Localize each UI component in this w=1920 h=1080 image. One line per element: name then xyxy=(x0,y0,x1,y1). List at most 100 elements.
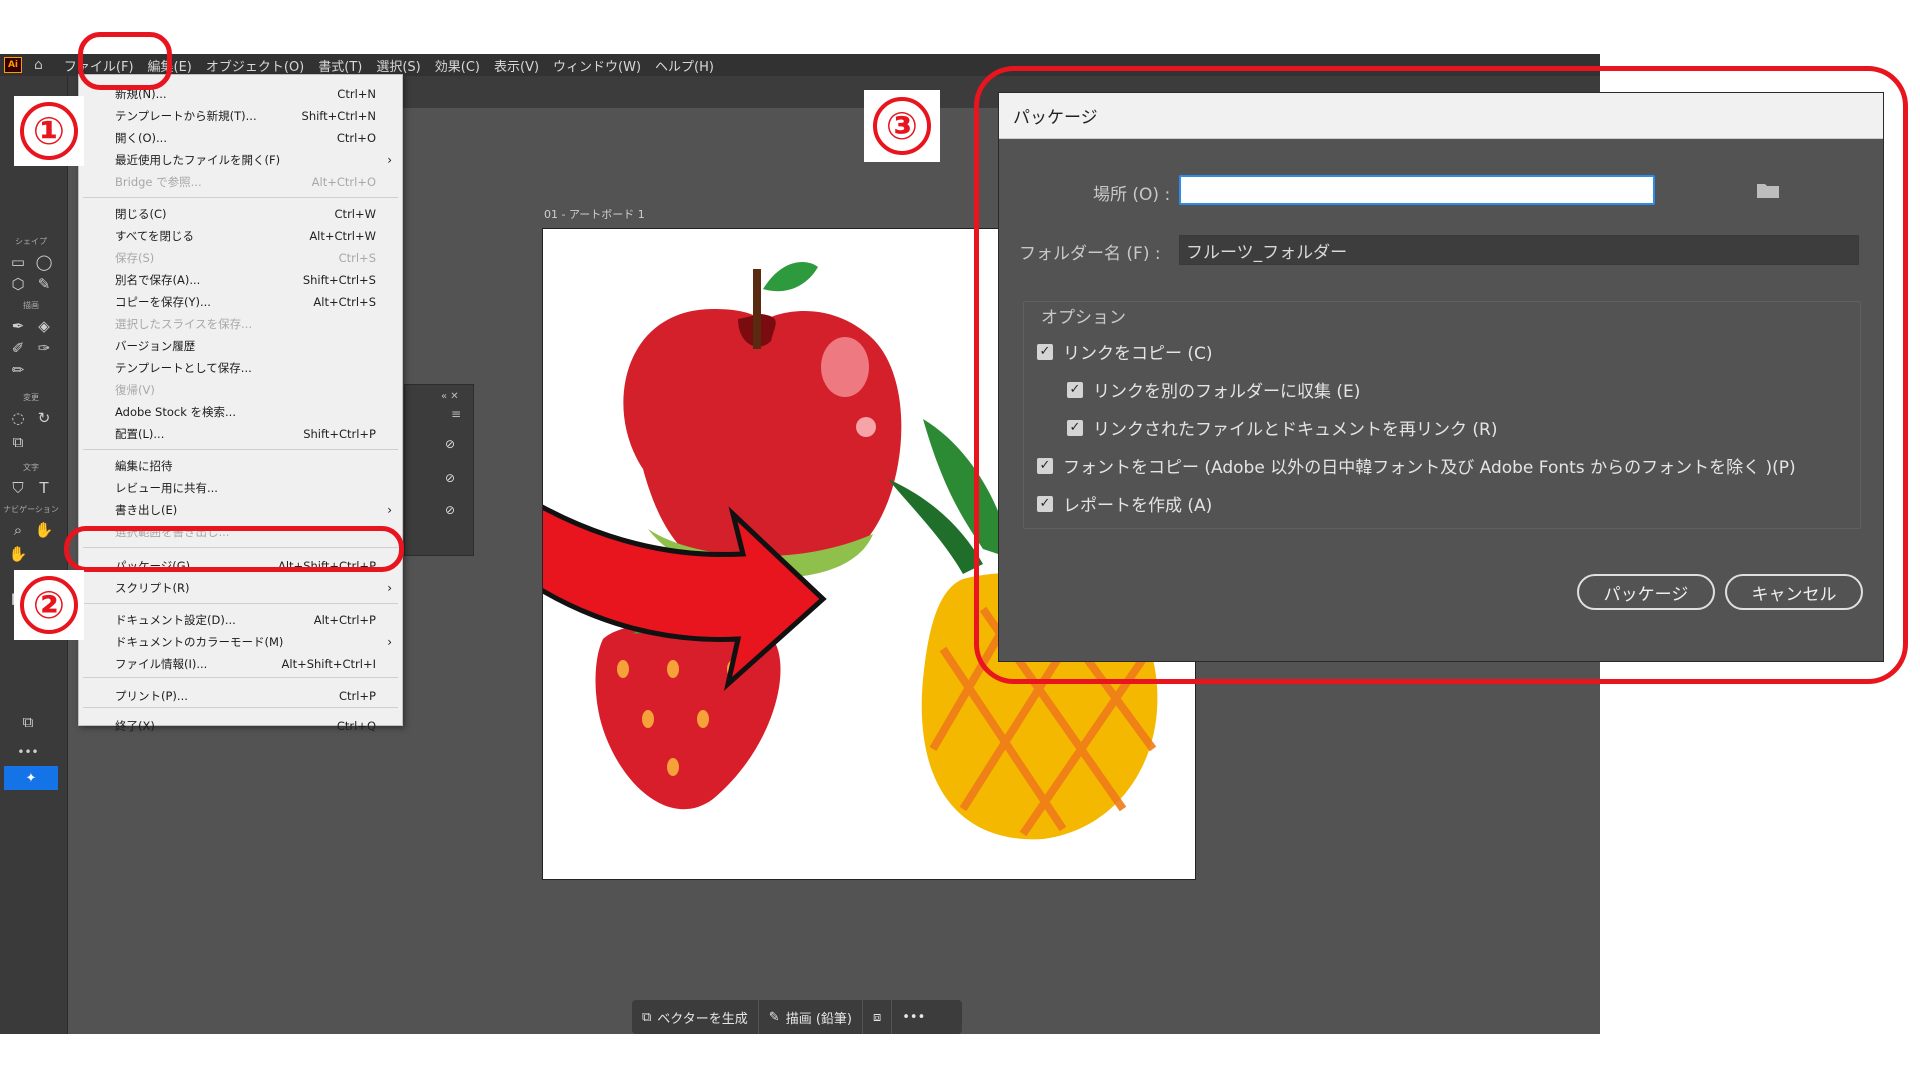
rotate-tool-icon[interactable]: ↻ xyxy=(34,408,54,428)
checkbox-checked-icon[interactable]: ✓ xyxy=(1037,495,1053,512)
file-menu-item[interactable]: パッケージ(G)... Alt+Shift+Ctrl+P xyxy=(79,555,402,577)
file-menu-item[interactable]: 編集に招待 xyxy=(79,455,402,477)
file-menu-item[interactable]: 書き出し(E) › xyxy=(79,499,402,521)
menu-window[interactable]: ウィンドウ(W) xyxy=(546,56,648,75)
file-menu-item[interactable]: 閉じる(C) Ctrl+W xyxy=(79,203,402,225)
checkbox-checked-icon[interactable]: ✓ xyxy=(1037,457,1053,474)
file-menu-item[interactable]: 終了(X) Ctrl+Q xyxy=(79,715,402,737)
step-1-badge: ① xyxy=(14,96,84,166)
rotate-view-icon[interactable]: ✋ xyxy=(8,544,28,564)
file-menu-item[interactable]: テンプレートから新規(T)... Shift+Ctrl+N xyxy=(79,105,402,127)
blend-tool-icon[interactable]: ⛉ xyxy=(8,478,28,498)
file-menu-item[interactable]: 別名で保存(A)... Shift+Ctrl+S xyxy=(79,269,402,291)
contextual-task-bar: ⧉ ベクターを生成 ✎ 描画 (鉛筆) ⧈ ••• xyxy=(632,1000,962,1034)
folder-name-input[interactable]: フルーツ_フォルダー xyxy=(1179,235,1859,265)
menu-separator xyxy=(83,197,398,198)
file-menu-item[interactable]: ファイル情報(I)... Alt+Shift+Ctrl+I xyxy=(79,653,402,675)
menu-help[interactable]: ヘルプ(H) xyxy=(648,56,721,75)
create-report-option[interactable]: ✓ レポートを作成 (A) xyxy=(1037,491,1212,516)
menu-object[interactable]: オブジェクト(O) xyxy=(199,56,311,75)
link-icon[interactable]: ⊘ xyxy=(445,503,455,517)
file-menu-item-label: レビュー用に共有... xyxy=(115,481,218,495)
tool-group-modify: 変更 xyxy=(23,393,39,402)
file-menu-item-label: 閉じる(C) xyxy=(115,207,167,221)
checkbox-checked-icon[interactable]: ✓ xyxy=(1067,381,1083,398)
file-menu-item-label: 選択したスライスを保存... xyxy=(115,317,253,331)
pen-tool-icon[interactable]: ✒ xyxy=(8,316,28,336)
type-tool-icon[interactable]: T xyxy=(34,478,54,498)
cancel-button[interactable]: キャンセル xyxy=(1725,574,1863,610)
checkbox-checked-icon[interactable]: ✓ xyxy=(1037,343,1053,360)
eraser-tool-icon[interactable]: ◈ xyxy=(34,316,54,336)
file-menu-item-label: 最近使用したファイルを開く(F) xyxy=(115,153,281,167)
file-menu-item-label: プリント(P)... xyxy=(115,689,188,703)
link-icon[interactable]: ⊘ xyxy=(445,437,455,451)
pencil-tool-icon[interactable]: ✏ xyxy=(8,360,28,380)
file-menu-item-shortcut: Shift+Ctrl+N xyxy=(301,109,376,123)
collect-links-option[interactable]: ✓ リンクを別のフォルダーに収集 (E) xyxy=(1067,377,1360,402)
file-menu-item-label: 終了(X) xyxy=(115,719,155,733)
file-menu-item[interactable]: 最近使用したファイルを開く(F) › xyxy=(79,149,402,171)
draw-pencil-button[interactable]: ✎ 描画 (鉛筆) xyxy=(759,1000,863,1034)
home-icon[interactable]: ⌂ xyxy=(34,57,43,73)
shaper-tool-icon[interactable]: ✎ xyxy=(34,274,54,294)
menu-type[interactable]: 書式(T) xyxy=(311,56,369,75)
zoom-tool-icon[interactable]: ⌕ xyxy=(8,520,28,540)
panel-collapse-icon[interactable]: « ✕ xyxy=(441,391,459,402)
polygon-tool-icon[interactable]: ⬡ xyxy=(8,274,28,294)
file-menu-item[interactable]: ドキュメント設定(D)... Alt+Ctrl+P xyxy=(79,609,402,631)
file-menu-item[interactable]: バージョン履歴 xyxy=(79,335,402,357)
file-menu-item[interactable]: ドキュメントのカラーモード(M) › xyxy=(79,631,402,653)
link-icon[interactable]: ⊘ xyxy=(445,471,455,485)
blob-brush-icon[interactable]: ✑ xyxy=(34,338,54,358)
step-2-label: ② xyxy=(20,576,78,634)
ai-assistant-button[interactable]: ✦ xyxy=(4,766,58,790)
rectangle-tool-icon[interactable]: ▭ xyxy=(8,252,28,272)
step-3-badge: ③ xyxy=(864,90,940,162)
file-menu-item[interactable]: テンプレートとして保存... xyxy=(79,357,402,379)
package-button[interactable]: パッケージ xyxy=(1577,574,1715,610)
location-input[interactable] xyxy=(1179,175,1655,205)
file-menu-item[interactable]: 配置(L)... Shift+Ctrl+P xyxy=(79,423,402,445)
file-menu-item[interactable]: すべてを閉じる Alt+Ctrl+W xyxy=(79,225,402,247)
more-tools-icon[interactable]: ••• xyxy=(17,742,38,762)
copy-fonts-label: フォントをコピー (Adobe 以外の日中韓フォント及び Adobe Fonts… xyxy=(1063,458,1796,478)
more-options-button[interactable]: ••• xyxy=(892,1000,935,1034)
menu-file[interactable]: ファイル(F) xyxy=(57,56,141,75)
brush-tool-icon[interactable]: ✐ xyxy=(8,338,28,358)
folder-browse-icon[interactable] xyxy=(1755,179,1781,201)
generate-vector-label: ベクターを生成 xyxy=(657,1011,748,1027)
file-menu-item[interactable]: プリント(P)... Ctrl+P xyxy=(79,685,402,707)
generate-vector-button[interactable]: ⧉ ベクターを生成 xyxy=(632,1000,759,1034)
collect-links-label: リンクを別のフォルダーに収集 (E) xyxy=(1093,382,1361,402)
file-menu-item[interactable]: 開く(O)... Ctrl+O xyxy=(79,127,402,149)
panel-menu-icon[interactable]: ≡ xyxy=(451,407,461,421)
options-legend: オプション xyxy=(1037,303,1130,328)
file-menu-item[interactable]: スクリプト(R) › xyxy=(79,577,402,599)
lasso-tool-icon[interactable]: ◌ xyxy=(8,408,28,428)
step-3-label: ③ xyxy=(873,97,931,155)
relink-label: リンクされたファイルとドキュメントを再リンク (R) xyxy=(1093,420,1498,440)
copy-links-option[interactable]: ✓ リンクをコピー (C) xyxy=(1037,339,1213,364)
copy-fonts-option[interactable]: ✓ フォントをコピー (Adobe 以外の日中韓フォント及び Adobe Fon… xyxy=(1037,453,1796,478)
tool-group-shape: シェイプ xyxy=(15,237,47,246)
file-menu-item[interactable]: コピーを保存(Y)... Alt+Ctrl+S xyxy=(79,291,402,313)
recolor-button[interactable]: ⧈ xyxy=(863,1000,893,1034)
screen-mode-icon[interactable]: ⧉ xyxy=(18,712,38,732)
copy-links-label: リンクをコピー (C) xyxy=(1063,344,1213,364)
ellipse-tool-icon[interactable]: ◯ xyxy=(34,252,54,272)
menu-edit[interactable]: 編集(E) xyxy=(141,56,199,75)
shape-builder-icon[interactable]: ⧉ xyxy=(8,432,28,452)
menu-separator xyxy=(83,603,398,604)
menu-select[interactable]: 選択(S) xyxy=(369,56,427,75)
tool-group-navigation: ナビゲーション xyxy=(3,505,59,514)
file-menu-item: Bridge で参照... Alt+Ctrl+O xyxy=(79,171,402,193)
menu-view[interactable]: 表示(V) xyxy=(487,56,546,75)
relink-option[interactable]: ✓ リンクされたファイルとドキュメントを再リンク (R) xyxy=(1067,415,1497,440)
file-menu-item[interactable]: 新規(N)... Ctrl+N xyxy=(79,83,402,105)
menu-effect[interactable]: 効果(C) xyxy=(428,56,487,75)
checkbox-checked-icon[interactable]: ✓ xyxy=(1067,419,1083,436)
file-menu-item[interactable]: Adobe Stock を検索... xyxy=(79,401,402,423)
hand-tool-icon[interactable]: ✋ xyxy=(34,520,54,540)
file-menu-item[interactable]: レビュー用に共有... xyxy=(79,477,402,499)
